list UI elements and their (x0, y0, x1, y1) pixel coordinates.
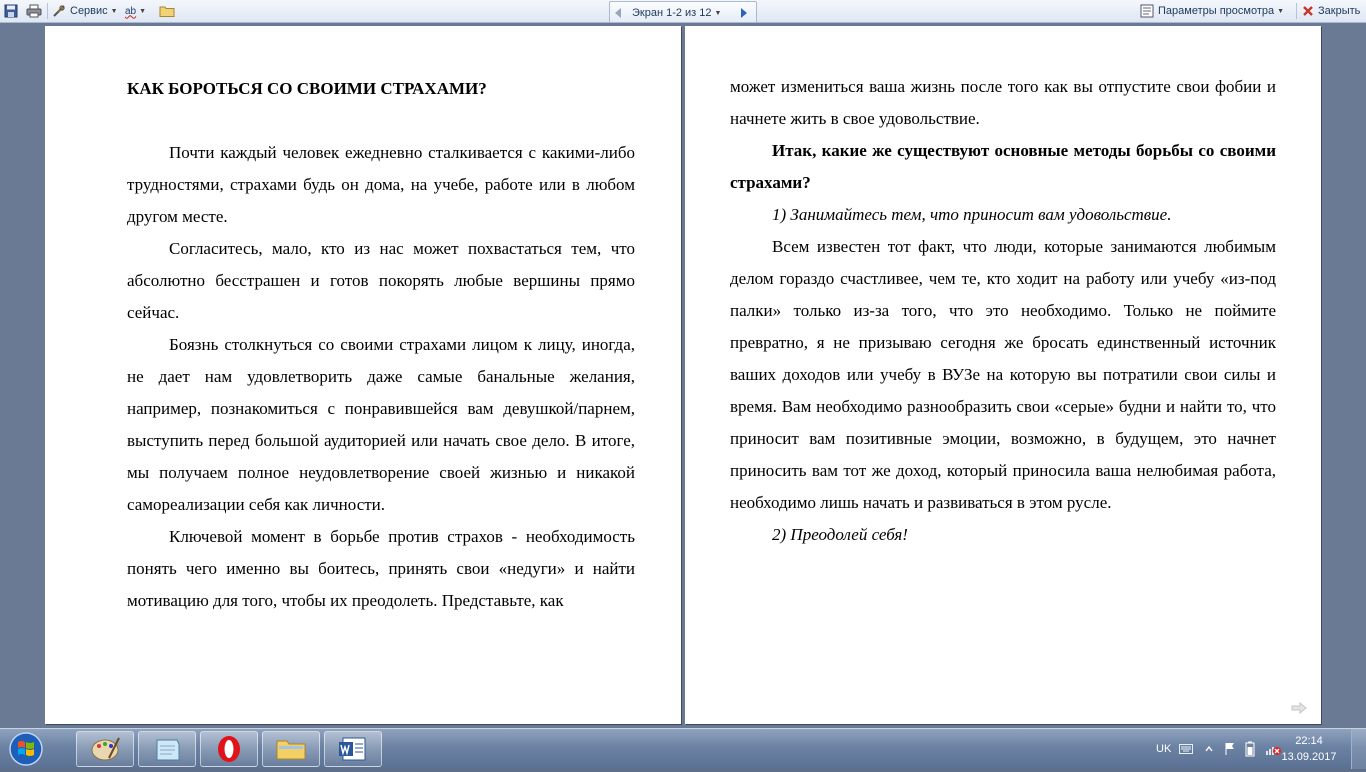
spelling-button[interactable]: ab ▼ (125, 0, 146, 22)
paragraph: Согласитесь, мало, кто из нас может похв… (127, 239, 635, 322)
paragraph: Ключевой момент в борьбе против страхов … (127, 527, 635, 610)
paragraph: Почти каждый человек ежедневно сталкивае… (127, 143, 635, 226)
close-icon (1303, 6, 1313, 16)
open-folder-button[interactable] (159, 0, 175, 22)
document-title: КАК БОРОТЬСЯ СО СВОИМИ СТРАХАМИ? (127, 79, 487, 98)
clock-time: 22:14 (1295, 735, 1323, 747)
opera-icon (218, 736, 240, 762)
taskbar: UK 22:14 13.09.2017 (0, 728, 1366, 769)
folder-icon (276, 740, 306, 760)
language-indicator[interactable]: UK (1156, 743, 1171, 755)
taskbar-explorer-button[interactable] (262, 731, 320, 767)
page-turn-arrow-icon[interactable] (1291, 702, 1307, 714)
flag-icon[interactable] (1225, 742, 1235, 756)
arrow-right-icon (741, 8, 747, 18)
list-item-heading: 2) Преодолей себя! (772, 525, 908, 544)
close-label: Закрыть (1318, 5, 1361, 17)
paragraph: Боязнь столкнуться со своими страхами ли… (127, 335, 635, 514)
page-right-text: может измениться ваша жизнь после того к… (730, 71, 1276, 551)
screen-counter[interactable]: Экран 1-2 из 12 ▼ (632, 2, 721, 24)
page-left: КАК БОРОТЬСЯ СО СВОИМИ СТРАХАМИ? Почти к… (45, 26, 681, 724)
printer-icon (26, 4, 42, 18)
windows-logo-icon (9, 732, 43, 766)
chevron-down-icon: ▼ (1277, 7, 1285, 15)
spelling-icon: ab (125, 5, 137, 17)
page-left-text: КАК БОРОТЬСЯ СО СВОИМИ СТРАХАМИ? Почти к… (127, 73, 635, 617)
taskbar-opera-button[interactable] (200, 731, 258, 767)
keyboard-icon[interactable] (1179, 744, 1194, 754)
save-icon (4, 4, 18, 18)
view-options-icon (1140, 4, 1154, 18)
paragraph-continuation: может измениться ваша жизнь после того к… (730, 77, 1276, 128)
notepad-icon (156, 739, 180, 761)
folder-icon (159, 6, 175, 17)
system-clock[interactable]: 22:14 13.09.2017 (1274, 733, 1344, 765)
chevron-up-icon[interactable] (1205, 745, 1213, 753)
chevron-down-icon: ▼ (714, 9, 722, 17)
next-screen-button[interactable] (740, 2, 748, 24)
taskbar-notepad-button[interactable] (138, 731, 196, 767)
battery-icon[interactable] (1245, 741, 1255, 757)
chevron-down-icon: ▼ (139, 7, 147, 15)
previous-screen-button[interactable] (614, 2, 622, 24)
chevron-down-icon: ▼ (110, 7, 118, 15)
taskbar-paint-button[interactable] (76, 731, 134, 767)
taskbar-word-button[interactable] (324, 731, 382, 767)
screen-counter-label: Экран 1-2 из 12 (632, 7, 712, 19)
tools-icon (53, 5, 65, 17)
view-options-button[interactable]: Параметры просмотра ▼ (1140, 0, 1284, 22)
paragraph: Всем известен тот факт, что люди, которы… (730, 237, 1276, 512)
view-options-label: Параметры просмотра (1158, 5, 1275, 17)
list-item-heading: 1) Занимайтесь тем, что приносит вам удо… (772, 205, 1172, 224)
document-area: КАК БОРОТЬСЯ СО СВОИМИ СТРАХАМИ? Почти к… (0, 23, 1366, 728)
print-button[interactable] (26, 0, 42, 22)
word-icon (339, 737, 366, 761)
show-desktop-button[interactable] (1351, 729, 1366, 769)
service-label: Сервис (70, 5, 108, 17)
save-button[interactable] (4, 0, 18, 22)
section-heading: Итак, какие же существуют основные метод… (730, 141, 1276, 192)
clock-date: 13.09.2017 (1281, 751, 1337, 763)
reading-toolbar: Сервис ▼ ab ▼ Экран 1-2 из 12 ▼ Параметр… (0, 0, 1366, 23)
screen-navigator: Экран 1-2 из 12 ▼ (609, 1, 757, 23)
close-button[interactable]: Закрыть (1302, 0, 1360, 22)
start-button[interactable] (4, 731, 48, 767)
page-right: может измениться ваша жизнь после того к… (685, 26, 1321, 724)
service-menu-button[interactable]: Сервис ▼ (52, 0, 118, 22)
paint-palette-icon (91, 737, 120, 761)
arrow-left-icon (615, 8, 621, 18)
system-tray: UK (1140, 729, 1282, 769)
